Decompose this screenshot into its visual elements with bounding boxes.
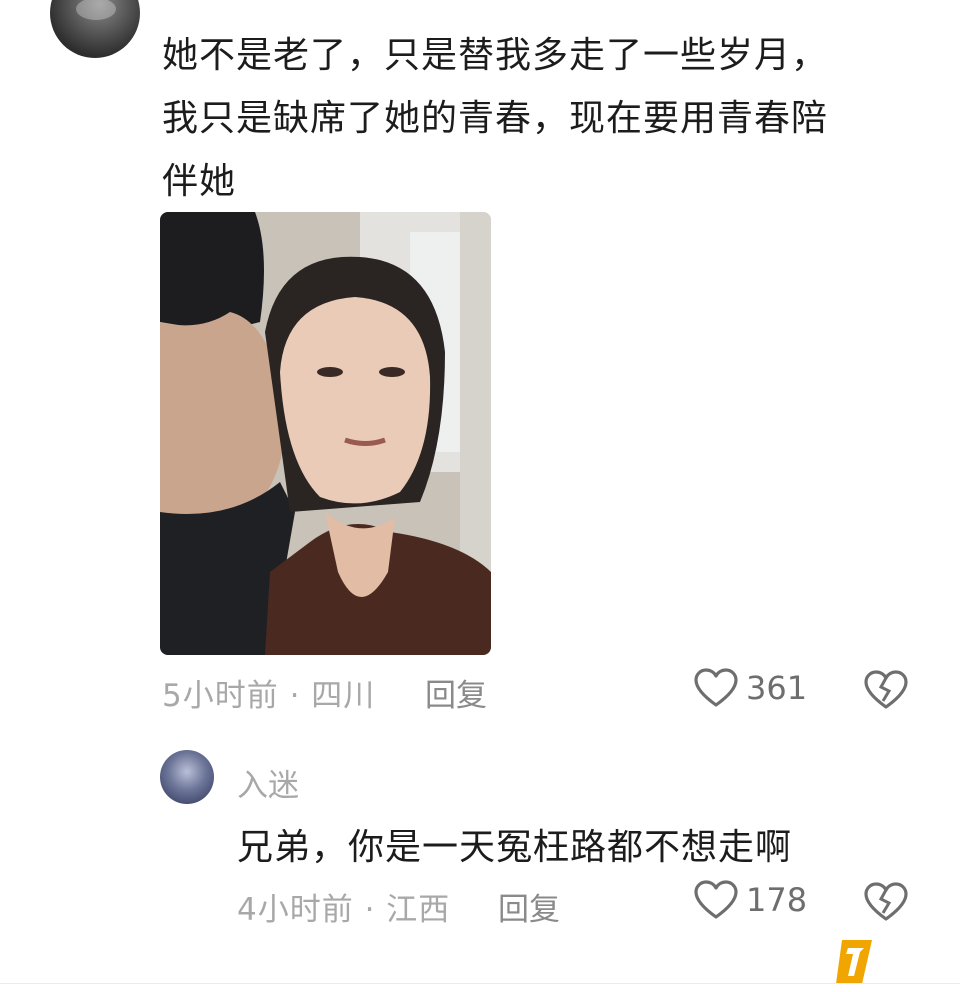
photo-illustration <box>160 212 491 655</box>
dislike-button[interactable] <box>864 670 908 714</box>
comment-line-2: 我只是缺席了她的青春，现在要用青春陪 <box>162 98 829 139</box>
broken-heart-icon <box>864 882 908 921</box>
reply-dislike-button[interactable] <box>864 882 908 926</box>
watermark-logo-icon <box>836 940 872 984</box>
comment-time-location: 5小时前 · 四川 <box>162 678 376 714</box>
commenter-avatar[interactable] <box>50 0 140 58</box>
comment-line-3: 伴她 <box>162 161 237 202</box>
reply-username[interactable]: 入迷 <box>237 760 299 805</box>
like-count: 361 <box>746 669 808 707</box>
reply-time-location: 4小时前 · 江西 <box>237 892 451 928</box>
comment-photo[interactable] <box>160 212 491 655</box>
broken-heart-icon <box>864 670 908 709</box>
heart-icon <box>694 880 738 919</box>
reply-text: 兄弟，你是一天冤枉路都不想走啊 <box>237 827 793 868</box>
like-button[interactable]: 361 <box>694 668 807 708</box>
reply-avatar[interactable] <box>160 750 214 804</box>
reply-button[interactable]: 回复 <box>425 670 487 715</box>
comment-text: 她不是老了，只是替我多走了一些岁月， 我只是缺席了她的青春，现在要用青春陪 伴她 <box>162 24 902 213</box>
watermark-logo <box>836 940 872 984</box>
reply-like-count: 178 <box>746 881 808 919</box>
reply-reply-button[interactable]: 回复 <box>498 884 560 929</box>
divider <box>0 983 960 984</box>
reply-like-button[interactable]: 178 <box>694 880 807 920</box>
comment-line-1: 她不是老了，只是替我多走了一些岁月， <box>162 35 829 76</box>
heart-icon <box>694 668 738 707</box>
